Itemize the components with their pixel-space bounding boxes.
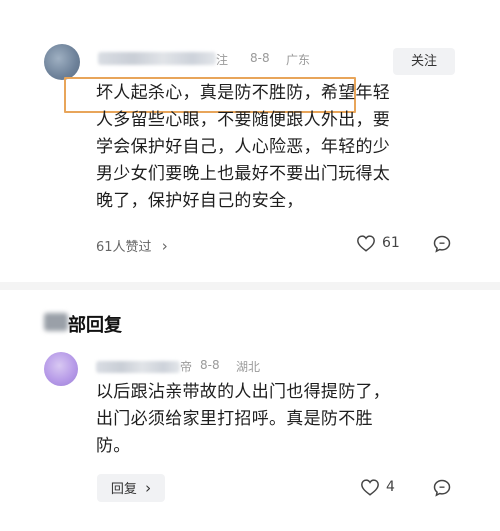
chevron-right-icon: › [145, 479, 152, 497]
commenter-name-suffix: 注 [216, 53, 229, 67]
section-title-blurred [44, 313, 68, 331]
reply-date: 8-8 [200, 358, 220, 372]
likes-label: 61人赞过 [96, 240, 152, 255]
comment-reply-button[interactable] [432, 234, 452, 254]
comment-date: 8-8 [250, 51, 270, 65]
comment-like-button[interactable]: 61 [356, 234, 400, 252]
commenter-name-blurred[interactable] [98, 52, 216, 65]
reply-like-count: 4 [386, 479, 395, 495]
like-count: 61 [382, 235, 400, 251]
reply-line-3: 防。 [96, 436, 131, 456]
replier-name-blurred[interactable] [96, 361, 180, 373]
comment-highlighted-text: 坏人起杀心，真是防不胜防， [96, 83, 321, 103]
comment-line-5: 晚了，保护好自己的安全， [96, 191, 304, 211]
comment-line-2: 人多留些心眼，不要随便跟人外出，要 [96, 110, 391, 130]
section-divider [0, 282, 500, 290]
comment-line-3: 学会保护好自己，人心险恶，年轻的少 [96, 137, 391, 157]
replier-name-suffix: 帝 [180, 360, 193, 374]
replier-avatar[interactable] [44, 352, 78, 386]
comment-line-1-rest: 希望年轻 [320, 83, 391, 103]
chevron-right-icon: › [161, 237, 168, 255]
heart-outline-icon [356, 234, 376, 252]
comment-text: 坏人起杀心，真是防不胜防，希望年轻 人多留些心眼，不要随便跟人外出，要 学会保护… [96, 80, 456, 215]
comment-bubble-icon [432, 234, 452, 254]
heart-outline-icon [360, 478, 380, 496]
reply-like-button[interactable]: 4 [360, 478, 395, 496]
commenter-avatar[interactable] [44, 44, 80, 80]
comment-bubble-icon [432, 478, 452, 498]
reply-text: 以后跟沾亲带故的人出门也得提防了， 出门必须给家里打招呼。真是防不胜 防。 [96, 379, 456, 460]
comment-location: 广东 [286, 53, 311, 67]
section-title: 部回复 [68, 315, 122, 336]
reply-location: 湖北 [236, 360, 261, 374]
reply-line-2: 出门必须给家里打招呼。真是防不胜 [96, 409, 373, 429]
reply-line-1: 以后跟沾亲带故的人出门也得提防了， [96, 382, 391, 402]
reply-comment-button[interactable] [432, 478, 452, 498]
follow-button[interactable]: 关注 [393, 48, 455, 75]
reply-label: 回复 [110, 482, 137, 497]
reply-button[interactable]: 回复 › [97, 474, 165, 502]
comment-line-1: 坏人起杀心，真是防不胜防，希望年轻 [96, 80, 456, 107]
comment-line-4: 男少女们要晚上也最好不要出门玩得太 [96, 164, 391, 184]
likes-link[interactable]: 61人赞过 › [96, 236, 168, 255]
